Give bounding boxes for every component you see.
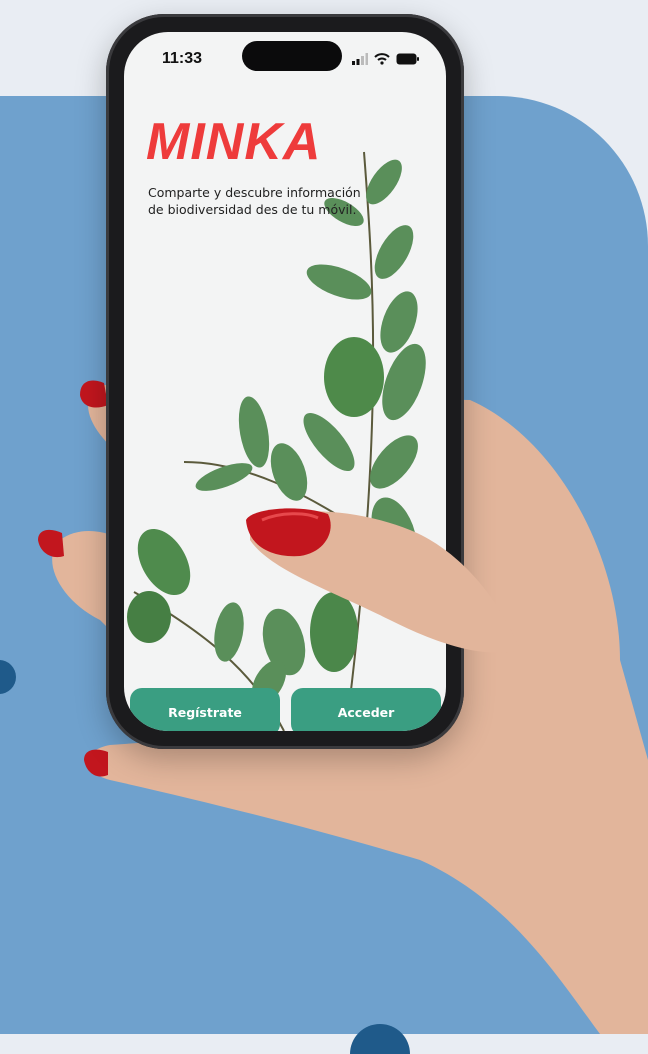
- status-icons: [352, 52, 420, 66]
- battery-icon: [396, 53, 419, 65]
- status-time: 11:33: [162, 50, 203, 67]
- wifi-icon: [374, 53, 390, 65]
- app-screen: 11:33 MINKA Comparte y descubre informac…: [124, 32, 446, 731]
- dynamic-island: [242, 41, 342, 71]
- app-tagline: Comparte y descubre información de biodi…: [148, 185, 361, 217]
- phone-device: 11:33 MINKA Comparte y descubre informac…: [106, 14, 464, 749]
- register-button[interactable]: Regístrate: [130, 688, 280, 731]
- app-logo: MINKA: [146, 113, 322, 171]
- signal-icon: [352, 53, 368, 65]
- login-button[interactable]: Acceder: [291, 688, 441, 731]
